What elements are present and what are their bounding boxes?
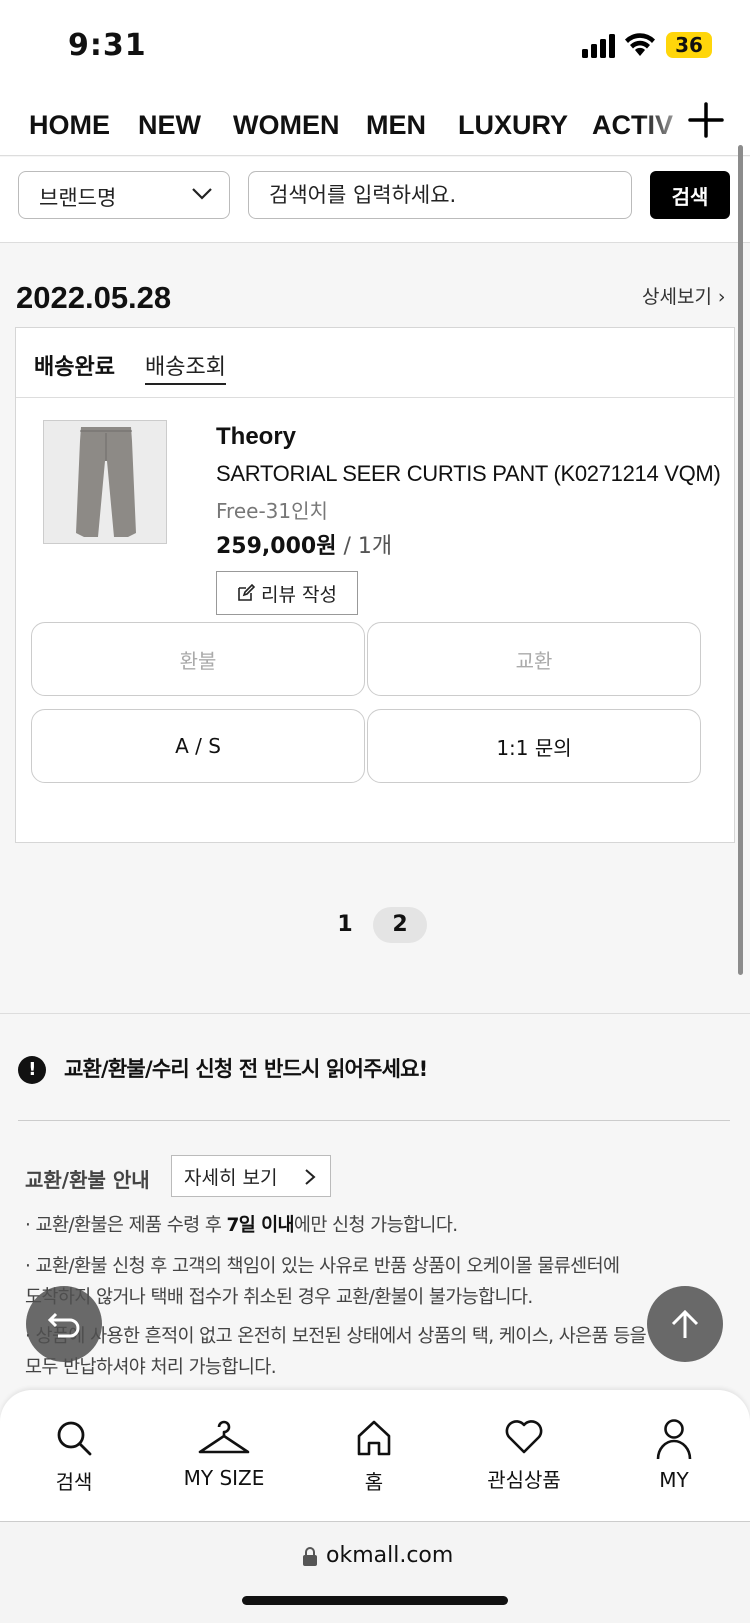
delivery-status: 배송완료 [34, 355, 115, 380]
category-nav: HOME NEW WOMEN MEN LUXURY ACTIV [0, 90, 750, 156]
order-detail-link[interactable]: 상세보기 › [642, 282, 726, 309]
home-indicator [242, 1596, 508, 1605]
page-1[interactable]: 1 [330, 907, 360, 943]
bottom-nav-search[interactable]: 검색 [14, 1418, 134, 1495]
arrow-up-icon [671, 1309, 699, 1338]
notice-line-2a: · 교환/환불 신청 후 고객의 책임이 있는 사유로 반품 상품이 오케이몰 … [25, 1256, 620, 1277]
scrollbar[interactable] [738, 145, 743, 975]
search-button[interactable]: 검색 [650, 171, 730, 219]
notice-line-1-pre: · 교환/환불은 제품 수령 후 [25, 1215, 227, 1236]
view-details-label: 자세히 보기 [184, 1166, 278, 1189]
product-option: Free-31인치 [216, 499, 328, 523]
nav-item-luxury[interactable]: LUXURY [458, 110, 568, 141]
view-details-button[interactable]: 자세히 보기 [171, 1155, 331, 1197]
product-brand: Theory [216, 423, 297, 450]
product-thumbnail[interactable] [43, 420, 167, 544]
exclamation-icon: ! [18, 1056, 46, 1084]
write-review-label: 리뷰 작성 [261, 583, 337, 606]
notice-line-2b: 도착하지 않거나 택배 접수가 취소된 경우 교환/환불이 불가능합니다. [25, 1287, 533, 1308]
bottom-nav: 검색 MY SIZE 홈 관심상품 MY [0, 1390, 750, 1522]
nav-item-new[interactable]: NEW [138, 110, 201, 141]
brand-select-label: 브랜드명 [39, 186, 117, 210]
edit-icon [238, 584, 256, 601]
notice-line-1-bold: 7일 이내 [226, 1215, 295, 1236]
tracking-link[interactable]: 배송조회 [145, 349, 226, 385]
section-divider [0, 1013, 750, 1014]
user-icon [656, 1419, 692, 1460]
status-time: 9:31 [68, 28, 147, 63]
guide-label: 교환/환불 안내 [25, 1168, 150, 1192]
battery-indicator: 36 [666, 32, 712, 58]
bottom-nav-wishlist-label: 관심상품 [487, 1468, 561, 1492]
bottom-nav-my-size-label: MY SIZE [183, 1466, 265, 1490]
product-name[interactable]: SARTORIAL SEER CURTIS PANT (K0271214 VQM… [216, 461, 721, 487]
nav-item-women[interactable]: WOMEN [233, 110, 339, 141]
notice-line-1: · 교환/환불은 제품 수령 후 7일 이내에만 신청 가능합니다. [25, 1211, 458, 1237]
notice-line-1-post: 에만 신청 가능합니다. [293, 1215, 458, 1236]
search-row: 브랜드명 검색 [0, 157, 750, 243]
bottom-nav-my[interactable]: MY [614, 1418, 734, 1492]
bottom-nav-search-label: 검색 [55, 1470, 93, 1494]
write-review-button[interactable]: 리뷰 작성 [216, 571, 358, 615]
notice-divider [18, 1120, 730, 1121]
search-icon [57, 1421, 92, 1456]
bottom-nav-home[interactable]: 홈 [314, 1418, 434, 1495]
order-date: 2022.05.28 [16, 280, 172, 315]
wifi-icon [625, 33, 655, 56]
hanger-icon [198, 1420, 250, 1454]
notice-line-3a: · 상품에 사용한 흔적이 없고 온전히 보전된 상태에서 상품의 택, 케이스… [25, 1326, 647, 1347]
exchange-button[interactable]: 교환 [367, 622, 701, 696]
product-price: 259,000원 [216, 534, 337, 559]
pants-image [76, 427, 136, 537]
bottom-nav-my-label: MY [659, 1468, 689, 1492]
bottom-nav-home-label: 홈 [364, 1470, 384, 1494]
back-button[interactable] [26, 1286, 102, 1362]
search-input[interactable] [248, 171, 632, 219]
order-card: 배송완료 배송조회 Theory SARTORIAL SEER CURTIS P… [15, 327, 735, 843]
inquiry-button[interactable]: 1:1 문의 [367, 709, 701, 783]
bottom-nav-wishlist[interactable]: 관심상품 [464, 1418, 584, 1493]
chevron-right-icon: › [717, 286, 726, 308]
chevron-down-icon [192, 188, 212, 200]
order-card-header: 배송완료 배송조회 [16, 328, 734, 398]
status-bar: 9:31 36 [0, 0, 750, 90]
notice-title: ! 교환/환불/수리 신청 전 반드시 읽어주세요! [18, 1053, 428, 1084]
product-price-line: 259,000원 / 1개 [216, 528, 392, 560]
brand-select[interactable]: 브랜드명 [18, 171, 230, 219]
home-icon [357, 1420, 391, 1456]
nav-item-men[interactable]: MEN [366, 110, 426, 141]
product-quantity: / 1개 [336, 534, 393, 559]
nav-item-home[interactable]: HOME [29, 110, 110, 141]
page-2-current[interactable]: 2 [373, 907, 427, 943]
notice-title-text: 교환/환불/수리 신청 전 반드시 읽어주세요! [64, 1057, 428, 1081]
heart-icon [505, 1420, 543, 1454]
browser-url-bar[interactable]: okmall.com [0, 1523, 750, 1623]
chevron-right-icon [305, 1169, 316, 1185]
browser-url: okmall.com [326, 1543, 454, 1568]
order-detail-label: 상세보기 [642, 286, 712, 308]
plus-icon[interactable] [686, 100, 726, 140]
bottom-nav-my-size[interactable]: MY SIZE [164, 1418, 284, 1490]
scroll-top-button[interactable] [647, 1286, 723, 1362]
as-button[interactable]: A / S [31, 709, 365, 783]
refund-button[interactable]: 환불 [31, 622, 365, 696]
back-arrow-icon [47, 1312, 80, 1338]
signal-icon [582, 34, 615, 58]
lock-icon [303, 1547, 317, 1566]
